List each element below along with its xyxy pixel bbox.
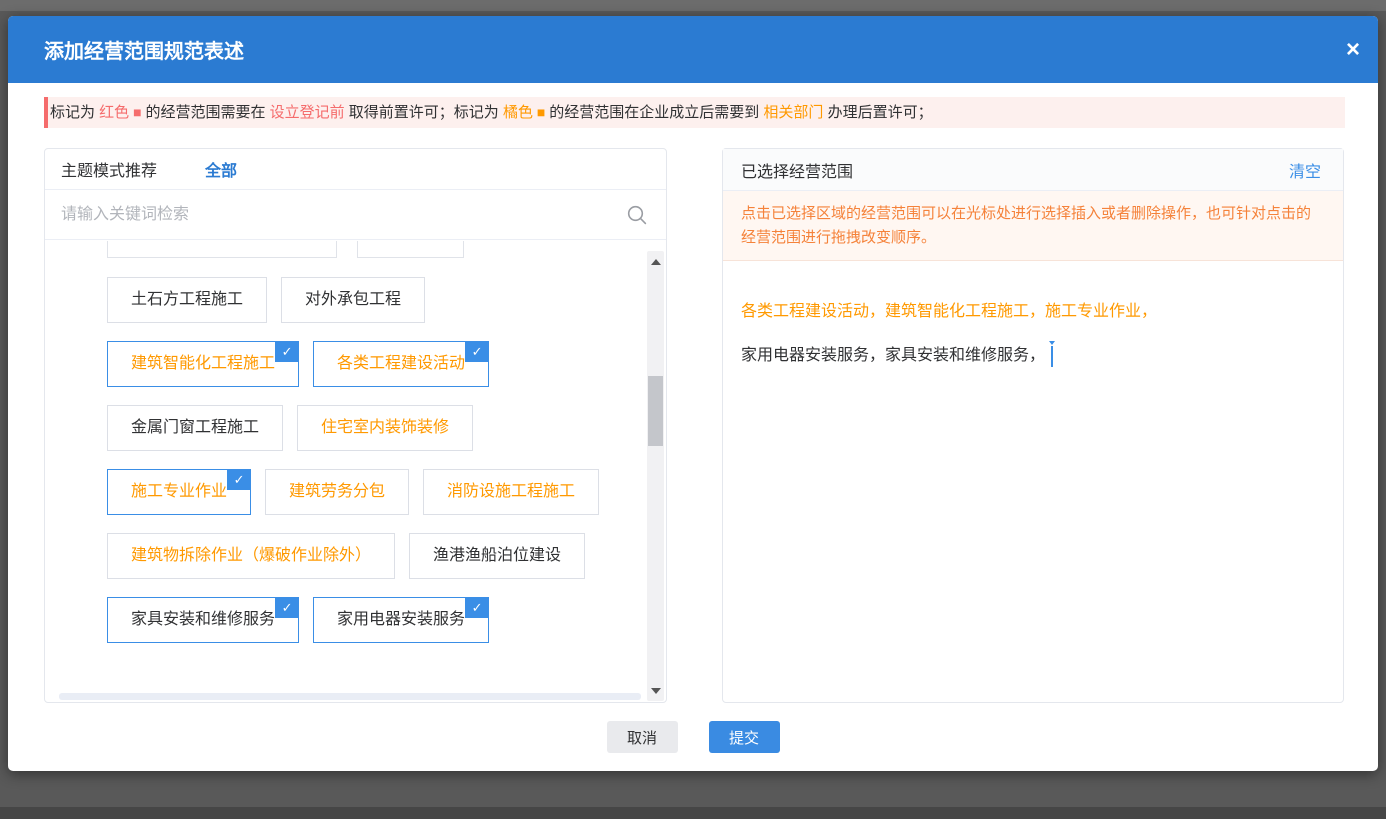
selected-scopes-black-text: 家用电器安装服务，家具安装和维修服务， [741, 345, 1045, 367]
tag-list: 土石方工程施工对外承包工程建筑智能化工程施工✓各类工程建设活动✓金属门窗工程施工… [45, 241, 666, 643]
scroll-up-icon[interactable] [647, 253, 664, 270]
clear-button[interactable]: 清空 [1289, 158, 1321, 182]
scope-tag[interactable]: 建筑物拆除作业（爆破作业除外） [107, 533, 395, 579]
search-input[interactable] [61, 200, 618, 230]
selected-scopes-black[interactable]: 家用电器安装服务，家具安装和维修服务， [741, 345, 1325, 367]
scope-tag-label: 土石方工程施工 [131, 291, 243, 308]
scope-tag[interactable]: 渔港渔船泊位建设 [409, 533, 585, 579]
notice-text: 的经营范围在企业成立后需要到 [549, 104, 763, 121]
check-icon: ✓ [465, 597, 489, 618]
notice-red-word: 红色 [99, 104, 129, 121]
scope-tag-label: 家具安装和维修服务 [131, 611, 275, 628]
selected-panel-title: 已选择经营范围 [741, 158, 853, 182]
selected-scopes-orange[interactable]: 各类工程建设活动，建筑智能化工程施工，施工专业作业， [741, 301, 1325, 323]
notice-text: 标记为 [50, 104, 99, 121]
scope-tag[interactable]: 建筑智能化工程施工✓ [107, 341, 299, 387]
tag-row: 施工专业作业✓ 建筑劳务分包 消防设施工程施工 [107, 469, 666, 515]
selected-scope-content: 各类工程建设活动，建筑智能化工程施工，施工专业作业， 家用电器安装服务，家具安装… [723, 261, 1343, 367]
scope-tag[interactable]: 消防设施工程施工 [423, 469, 599, 515]
scope-picker-panel: 主题模式推荐 全部 土石方工程施工对外承包工程建筑智能化工程施工✓各类工程建设活… [44, 148, 667, 703]
scope-tag[interactable]: 建筑劳务分包 [265, 469, 409, 515]
notice-text: 办理后置许可； [823, 104, 932, 121]
tab-theme-mode[interactable]: 主题模式推荐 [61, 157, 157, 181]
vertical-scrollbar[interactable] [647, 251, 664, 701]
text-cursor [1051, 346, 1053, 367]
scope-tag-label: 家用电器安装服务 [337, 611, 465, 628]
dialog-footer: 取消 提交 [8, 721, 1378, 753]
scope-tag-label: 金属门窗工程施工 [131, 419, 259, 436]
selected-hint: 点击已选择区域的经营范围可以在光标处进行选择插入或者删除操作，也可针对点击的经营… [723, 191, 1343, 261]
scope-tag[interactable]: 对外承包工程 [281, 277, 425, 323]
scope-tag[interactable]: 住宅室内装饰装修 [297, 405, 473, 451]
cancel-button[interactable]: 取消 [607, 721, 678, 753]
selected-scope-panel: 已选择经营范围 清空 点击已选择区域的经营范围可以在光标处进行选择插入或者删除操… [722, 148, 1344, 703]
selected-panel-header: 已选择经营范围 清空 [723, 149, 1343, 191]
notice-orange-word: 橘色 [503, 104, 533, 121]
scope-tag-label: 建筑劳务分包 [289, 483, 385, 500]
scope-tag-label: 施工专业作业 [131, 483, 227, 500]
scope-tag[interactable]: 家具安装和维修服务✓ [107, 597, 299, 643]
tab-all[interactable]: 全部 [205, 157, 237, 181]
tag-row: 家具安装和维修服务✓家用电器安装服务✓ [107, 597, 666, 643]
search-bar [45, 190, 666, 240]
close-icon[interactable]: × [1346, 38, 1360, 62]
background-top-strip [0, 0, 1386, 11]
check-icon: ✓ [275, 597, 299, 618]
clipped-tag-row [107, 241, 666, 258]
tag-row: 建筑物拆除作业（爆破作业除外） 渔港渔船泊位建设 [107, 533, 666, 579]
notice-text: 取得前置许可；标记为 [345, 104, 503, 121]
orange-square-icon: ■ [533, 104, 549, 120]
scope-tag-label: 各类工程建设活动 [337, 355, 465, 372]
dialog-header: 添加经营范围规范表述 × [8, 16, 1378, 83]
scope-tag-label: 建筑物拆除作业（爆破作业除外） [131, 547, 371, 564]
background-bottom-strip [0, 807, 1386, 819]
scope-tag-clipped[interactable] [357, 241, 464, 258]
tag-row: 金属门窗工程施工 住宅室内装饰装修 [107, 405, 666, 451]
scope-tag-clipped[interactable] [107, 241, 337, 258]
red-square-icon: ■ [129, 104, 145, 120]
scope-tag[interactable]: 金属门窗工程施工 [107, 405, 283, 451]
notice-orange-word: 相关部门 [763, 104, 823, 121]
scope-tag-label: 渔港渔船泊位建设 [433, 547, 561, 564]
picker-tabs: 主题模式推荐 全部 [45, 149, 666, 190]
scroll-down-icon[interactable] [647, 682, 664, 699]
tag-row: 建筑智能化工程施工✓各类工程建设活动✓ [107, 341, 666, 387]
search-icon [626, 204, 648, 226]
check-icon: ✓ [275, 341, 299, 362]
permission-notice-bar: 标记为 红色 ■ 的经营范围需要在 设立登记前 取得前置许可；标记为 橘色 ■ … [44, 97, 1345, 128]
notice-red-word: 设立登记前 [270, 104, 345, 121]
scope-tag-label: 对外承包工程 [305, 291, 401, 308]
horizontal-scrollbar[interactable] [59, 693, 641, 700]
scrollbar-thumb[interactable] [648, 376, 663, 446]
dialog-title: 添加经营范围规范表述 [44, 35, 244, 64]
scope-tag-label: 消防设施工程施工 [447, 483, 575, 500]
tag-row: 土石方工程施工 对外承包工程 [107, 277, 666, 323]
scope-tag[interactable]: 家用电器安装服务✓ [313, 597, 489, 643]
notice-text: 的经营范围需要在 [145, 104, 269, 121]
scope-tag[interactable]: 施工专业作业✓ [107, 469, 251, 515]
scope-tag-label: 住宅室内装饰装修 [321, 419, 449, 436]
check-icon: ✓ [465, 341, 489, 362]
add-business-scope-dialog: 添加经营范围规范表述 × 标记为 红色 ■ 的经营范围需要在 设立登记前 取得前… [8, 16, 1378, 771]
scope-tag[interactable]: 各类工程建设活动✓ [313, 341, 489, 387]
scope-tag[interactable]: 土石方工程施工 [107, 277, 267, 323]
scope-tag-label: 建筑智能化工程施工 [131, 355, 275, 372]
tag-scroll-area: 土石方工程施工对外承包工程建筑智能化工程施工✓各类工程建设活动✓金属门窗工程施工… [45, 241, 666, 691]
check-icon: ✓ [227, 469, 251, 490]
submit-button[interactable]: 提交 [709, 721, 780, 753]
